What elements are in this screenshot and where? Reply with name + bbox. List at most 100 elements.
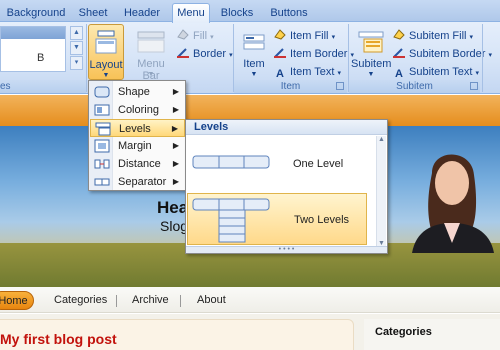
ribbon-tab-bar: Background Sheet Header Menu Blocks Butt… bbox=[0, 0, 500, 23]
subitem-group-caption: Subitem bbox=[349, 80, 480, 93]
menu-item-label: Shape bbox=[118, 86, 150, 98]
level-option-label: Two Levels bbox=[294, 214, 350, 226]
chevron-down-icon: ▼ bbox=[147, 71, 155, 78]
scroll-up-button[interactable]: ▲ bbox=[70, 26, 83, 40]
menu-item-coloring[interactable]: Coloring ▶ bbox=[90, 101, 185, 119]
subitem-text-label: Subitem Text bbox=[409, 66, 473, 78]
levels-icon bbox=[95, 122, 111, 136]
margin-icon bbox=[94, 139, 110, 153]
menu-item-label: Coloring bbox=[118, 104, 159, 116]
site-title: Hea bbox=[157, 198, 189, 217]
tab-background[interactable]: Background bbox=[5, 4, 67, 22]
layout-button-label: Layout bbox=[89, 59, 123, 71]
left-group-field[interactable]: B bbox=[0, 26, 66, 72]
two-levels-icon bbox=[192, 198, 270, 243]
chevron-down-icon: ▼ bbox=[102, 72, 110, 79]
menu-item-label: Distance bbox=[118, 158, 161, 170]
scroll-down-button[interactable]: ▼ bbox=[70, 41, 83, 55]
item-border-label: Item Border bbox=[290, 48, 348, 60]
nav-about-link[interactable]: About bbox=[197, 294, 226, 306]
level-option-one[interactable]: One Level bbox=[187, 138, 367, 190]
subitem-button[interactable]: Subitem ▼ bbox=[351, 24, 391, 80]
menu-item-label: Levels bbox=[119, 123, 151, 135]
one-level-icon bbox=[192, 155, 270, 169]
chevron-down-icon: ▾ bbox=[469, 34, 474, 41]
tab-blocks[interactable]: Blocks bbox=[218, 4, 256, 22]
layout-icon bbox=[95, 30, 117, 54]
chevron-down-icon: ▾ bbox=[331, 34, 336, 41]
nav-separator bbox=[180, 295, 181, 307]
item-group-caption: Item bbox=[234, 80, 347, 93]
subitem-border-button[interactable]: Subitem Border ▾ bbox=[392, 46, 492, 62]
menu-bar-button[interactable]: Menu Bar ▼ bbox=[130, 24, 172, 82]
fill-icon bbox=[177, 29, 189, 40]
border-button-label: Border bbox=[193, 48, 227, 60]
gallery-scrollbar[interactable]: ▲ ▼ bbox=[376, 136, 386, 247]
menu-item-label: Separator bbox=[118, 176, 167, 188]
menu-item-shape[interactable]: Shape ▶ bbox=[90, 83, 185, 101]
layout-dropdown-menu: Shape ▶ Coloring ▶ Levels ▶ Margin ▶ Dis… bbox=[88, 80, 186, 191]
nav-home-link[interactable]: Home bbox=[0, 291, 34, 310]
subitem-border-icon bbox=[393, 48, 405, 58]
item-text-label: Item Text bbox=[290, 66, 335, 78]
chevron-right-icon: ▶ bbox=[172, 141, 179, 150]
chevron-right-icon: ▶ bbox=[172, 105, 179, 114]
menu-item-margin[interactable]: Margin ▶ bbox=[90, 137, 185, 155]
item-border-button[interactable]: Item Border ▾ bbox=[273, 46, 354, 62]
chevron-right-icon: ▶ bbox=[172, 177, 179, 186]
group-separator bbox=[482, 24, 483, 92]
coloring-icon bbox=[94, 104, 110, 116]
item-fill-icon bbox=[274, 29, 286, 40]
ribbon-panel: B ▲ ▼ ▾ es Layout ▼ Menu Bar ▼ Fill ▾ Bo… bbox=[0, 22, 500, 94]
distance-icon bbox=[94, 159, 110, 169]
level-option-two[interactable]: Two Levels bbox=[187, 193, 367, 245]
chevron-right-icon: ▶ bbox=[172, 159, 179, 168]
chevron-right-icon: ▶ bbox=[172, 87, 179, 96]
subitem-text-button[interactable]: A Subitem Text ▾ bbox=[392, 64, 479, 82]
chevron-down-icon: ▾ bbox=[475, 70, 479, 77]
tab-sheet[interactable]: Sheet bbox=[73, 4, 113, 22]
item-fill-label: Item Fill bbox=[290, 30, 329, 42]
resize-grip[interactable]: • • • • bbox=[186, 246, 387, 253]
chevron-right-icon: ▶ bbox=[171, 124, 178, 133]
subitem-group-launcher-icon[interactable] bbox=[470, 82, 478, 90]
gallery-header: Levels bbox=[186, 120, 387, 135]
fill-button-label: Fill bbox=[193, 30, 208, 42]
subitem-fill-button[interactable]: Subitem Fill ▾ bbox=[392, 28, 473, 44]
sidebar-title: Categories bbox=[375, 326, 432, 338]
more-button[interactable]: ▾ bbox=[70, 56, 83, 70]
item-border-icon bbox=[274, 48, 286, 58]
item-text-button[interactable]: A Item Text ▾ bbox=[273, 64, 342, 82]
menu-item-distance[interactable]: Distance ▶ bbox=[90, 155, 185, 173]
post-title[interactable]: My first blog post bbox=[0, 331, 117, 347]
field-value: B bbox=[37, 52, 45, 64]
left-group-caption: es bbox=[0, 80, 86, 93]
item-group-launcher-icon[interactable] bbox=[336, 82, 344, 90]
nav-archive-link[interactable]: Archive bbox=[132, 294, 169, 306]
level-option-label: One Level bbox=[293, 158, 344, 170]
tab-menu[interactable]: Menu bbox=[172, 3, 210, 23]
item-fill-button[interactable]: Item Fill ▾ bbox=[273, 28, 335, 44]
levels-gallery: Levels One Level Two Levels ▲ ▼ • • • • bbox=[185, 119, 388, 254]
tab-buttons[interactable]: Buttons bbox=[266, 4, 312, 22]
item-icon bbox=[243, 34, 265, 50]
site-slogan: Slog bbox=[160, 218, 189, 234]
tab-header[interactable]: Header bbox=[120, 4, 164, 22]
separator-icon bbox=[94, 178, 110, 186]
chevron-down-icon: ▼ bbox=[250, 71, 258, 78]
menu-item-label: Margin bbox=[118, 140, 152, 152]
border-button[interactable]: Border ▾ bbox=[176, 46, 233, 62]
chevron-down-icon: ▾ bbox=[488, 52, 493, 59]
menu-item-separator[interactable]: Separator ▶ bbox=[90, 173, 185, 191]
chevron-down-icon: ▾ bbox=[337, 70, 342, 77]
nav-categories-link[interactable]: Categories bbox=[54, 294, 107, 306]
layout-button[interactable]: Layout ▼ bbox=[88, 24, 124, 80]
item-button[interactable]: Item ▼ bbox=[238, 24, 270, 80]
field-selection-strip bbox=[1, 27, 65, 39]
subitem-button-label: Subitem bbox=[351, 58, 392, 70]
preview-nav-bar: Home Categories Archive About bbox=[0, 287, 500, 313]
menu-item-levels[interactable]: Levels ▶ bbox=[90, 119, 185, 137]
fill-button[interactable]: Fill ▾ bbox=[176, 28, 214, 44]
menu-bar-icon bbox=[137, 31, 165, 53]
scroll-up-icon[interactable]: ▲ bbox=[378, 136, 385, 143]
